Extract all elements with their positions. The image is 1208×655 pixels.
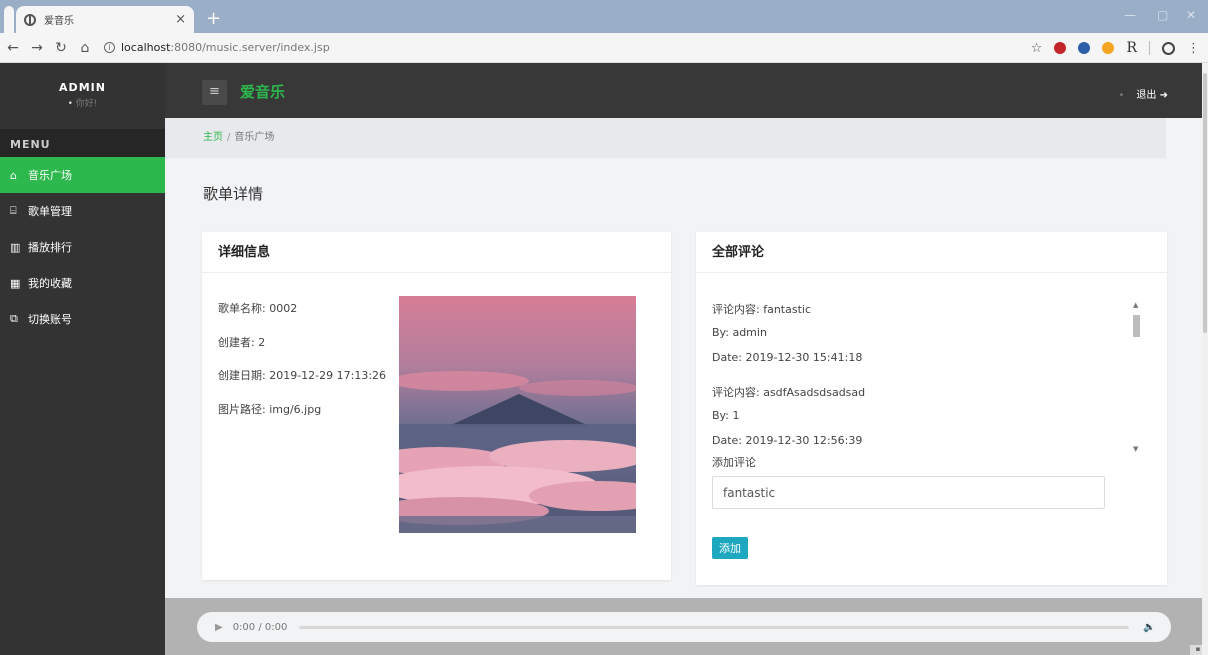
back-icon[interactable]: ←	[2, 40, 24, 56]
new-tab-button[interactable]: +	[206, 8, 221, 29]
forward-icon[interactable]: →	[26, 40, 48, 56]
window-close-icon[interactable]: ✕	[1186, 8, 1196, 22]
comment-date: Date: 2019-12-30 15:41:18	[712, 351, 863, 364]
sidebar-item-playlist-manage[interactable]: ⌸ 歌单管理	[0, 193, 165, 229]
sidebar-item-label: 播放排行	[28, 241, 72, 254]
top-navbar: ≡ 爱音乐 • 退出 ➜	[165, 63, 1208, 118]
comments-card: 全部评论 评论内容: fantastic By: admin Date: 201…	[696, 232, 1167, 585]
logout-label: 退出	[1136, 90, 1157, 101]
toolbar-separator	[1149, 41, 1150, 55]
globe-icon	[24, 13, 36, 26]
sidebar-item-label: 歌单管理	[28, 205, 72, 218]
breadcrumb-current: 音乐广场	[234, 132, 275, 143]
url-path: :8080/music.server/index.jsp	[170, 41, 330, 54]
address-bar: ← → ↻ ⌂ i localhost:8080/music.server/in…	[0, 33, 1208, 63]
pocket-extension-icon[interactable]	[1102, 42, 1115, 54]
playlist-creator: 创建者: 2	[218, 336, 266, 349]
account-icon[interactable]	[1162, 41, 1175, 55]
browser-tab[interactable]: 爱音乐 ×	[16, 6, 194, 33]
comment-date: Date: 2019-12-30 12:56:39	[712, 434, 863, 447]
user-name: ADMIN	[59, 81, 106, 94]
brand-title[interactable]: 爱音乐	[240, 81, 285, 102]
page-scroll-thumb[interactable]	[1203, 73, 1207, 333]
minimize-icon[interactable]: —	[1124, 8, 1136, 22]
extension-area: ☆ R ⋮	[1031, 40, 1200, 56]
browser-tab-bar: 爱音乐 × + — ▢ ✕	[0, 0, 1208, 33]
breadcrumb-home-link[interactable]: 主页	[203, 132, 223, 143]
hamburger-menu-button[interactable]: ≡	[202, 80, 227, 105]
comments-card-title: 全部评论	[696, 232, 1167, 273]
ublock-extension-icon[interactable]	[1054, 42, 1067, 54]
player-time: 0:00 / 0:00	[232, 621, 288, 633]
pinned-tab-stub[interactable]	[4, 6, 14, 33]
scroll-up-icon[interactable]: ▲	[1133, 301, 1138, 309]
url-field[interactable]: i localhost:8080/music.server/index.jsp	[104, 41, 330, 54]
comment-content: 评论内容: fantastic	[712, 303, 811, 316]
bar-chart-icon: ▥	[10, 240, 21, 254]
detail-card: 详细信息 歌单名称: 0002 创建者: 2 创建日期: 2019-12-29 …	[202, 232, 671, 580]
comment-list-scrollbar[interactable]: ▲ ▼	[1131, 301, 1142, 453]
user-greeting: 你好!	[0, 96, 165, 109]
comment-input[interactable]	[712, 476, 1105, 509]
playlist-image-path: 图片路径: img/6.jpg	[218, 403, 322, 416]
sidebar-item-favorites[interactable]: ▦ 我的收藏	[0, 265, 165, 301]
add-comment-label: 添加评论	[712, 456, 756, 469]
user-panel: ADMIN 你好!	[0, 63, 165, 129]
home-icon: ⌂	[10, 168, 17, 182]
scroll-thumb[interactable]	[1133, 315, 1140, 337]
play-icon[interactable]: ▶	[215, 622, 223, 633]
r-extension-icon[interactable]: R	[1126, 40, 1137, 56]
bank-icon: ⌸	[10, 204, 17, 217]
info-icon[interactable]: i	[104, 42, 115, 53]
comment-list[interactable]: 评论内容: fantastic By: admin Date: 2019-12-…	[712, 301, 1142, 459]
sidebar-item-play-ranking[interactable]: ▥ 播放排行	[0, 229, 165, 265]
switch-icon: ⧉	[10, 312, 18, 325]
reload-icon[interactable]: ↻	[50, 40, 72, 56]
tab-close-icon[interactable]: ×	[175, 12, 186, 27]
scroll-down-icon[interactable]: ▼	[1133, 445, 1138, 453]
home-page-icon[interactable]: ⌂	[74, 40, 96, 56]
dot-icon: •	[1118, 90, 1125, 101]
playlist-created-date: 创建日期: 2019-12-29 17:13:26	[218, 369, 387, 382]
playlist-name: 歌单名称: 0002	[218, 302, 298, 315]
sidebar-item-music-square[interactable]: ⌂ 音乐广场	[0, 157, 165, 193]
progress-track[interactable]	[299, 625, 1130, 629]
volume-icon[interactable]: 🔈	[1143, 622, 1155, 633]
comment-author: By: admin	[712, 326, 767, 339]
breadcrumb: 主页 / 音乐广场	[165, 118, 1166, 158]
page-scrollbar[interactable]	[1202, 63, 1208, 655]
bookmark-star-icon[interactable]: ☆	[1031, 41, 1043, 56]
menu-title: MENU	[0, 129, 165, 157]
sidebar-item-label: 切换账号	[28, 313, 72, 326]
page-title: 歌单详情	[203, 185, 264, 203]
menu-more-icon[interactable]: ⋮	[1187, 41, 1200, 56]
sidebar-item-label: 我的收藏	[28, 277, 72, 290]
extension-icon[interactable]	[1078, 42, 1091, 54]
logout-icon: ➜	[1159, 90, 1168, 101]
footer-bar: ▶ 0:00 / 0:00 🔈 ▪	[165, 598, 1208, 655]
sidebar: ADMIN 你好! MENU ⌂ 音乐广场 ⌸ 歌单管理 ▥ 播放排行 ▦ 我的…	[0, 63, 165, 655]
sidebar-item-switch-account[interactable]: ⧉ 切换账号	[0, 301, 165, 337]
logout-button[interactable]: • 退出 ➜	[1119, 86, 1168, 101]
playlist-cover-image	[399, 296, 636, 533]
grid-icon: ▦	[10, 276, 21, 290]
comment-content: 评论内容: asdfAsadsdsadsad	[712, 386, 866, 399]
breadcrumb-separator: /	[227, 132, 231, 143]
url-host: localhost	[121, 41, 171, 54]
audio-player[interactable]: ▶ 0:00 / 0:00 🔈	[197, 612, 1171, 642]
detail-card-title: 详细信息	[202, 232, 671, 273]
add-comment-button[interactable]: 添加	[712, 537, 748, 559]
maximize-icon[interactable]: ▢	[1157, 8, 1168, 22]
tab-title: 爱音乐	[44, 16, 74, 27]
sidebar-item-label: 音乐广场	[28, 169, 72, 182]
comment-author: By: 1	[712, 409, 740, 422]
